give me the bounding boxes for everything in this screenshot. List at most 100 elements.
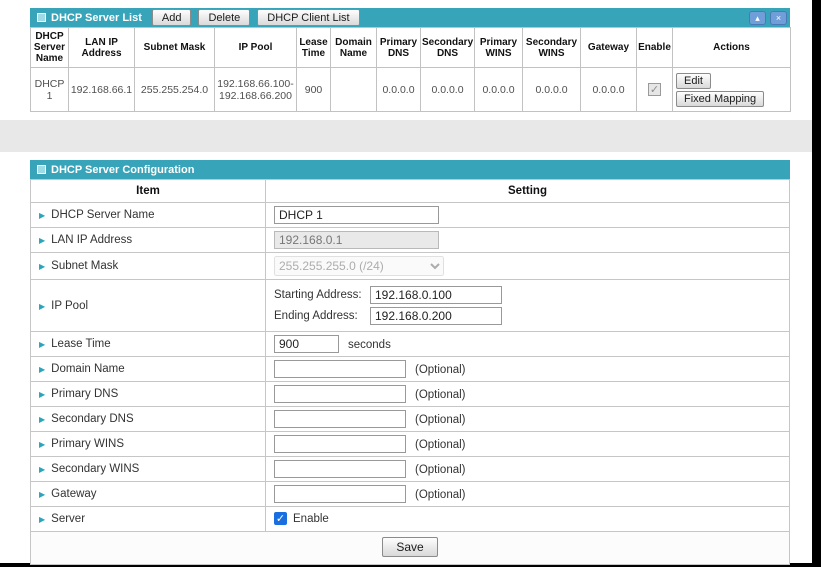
- optional-hint: (Optional): [415, 364, 466, 376]
- row-server: ▶Server ✓Enable: [31, 507, 790, 532]
- item-label: Domain Name: [51, 363, 125, 375]
- col-header-secondary-dns: Secondary DNS: [421, 28, 475, 68]
- item-arrow-icon: ▶: [39, 340, 45, 349]
- item-label: Lease Time: [51, 338, 110, 350]
- cell-lease-time: 900: [297, 68, 331, 112]
- starting-address-label: Starting Address:: [274, 289, 370, 301]
- dhcp-server-list-title: DHCP Server List: [51, 12, 142, 24]
- lease-time-unit: seconds: [348, 339, 391, 351]
- optional-hint: (Optional): [415, 464, 466, 476]
- dhcp-server-configuration-panel: DHCP Server Configuration Item Setting ▶…: [30, 160, 790, 565]
- item-arrow-icon: ▶: [39, 236, 45, 245]
- cell-primary-dns: 0.0.0.0: [377, 68, 421, 112]
- cell-enable: ✓: [637, 68, 673, 112]
- item-arrow-icon: ▶: [39, 365, 45, 374]
- secondary-wins-input[interactable]: [274, 460, 406, 478]
- col-header-actions: Actions: [673, 28, 791, 68]
- item-arrow-icon: ▶: [39, 440, 45, 449]
- starting-address-input[interactable]: [370, 286, 502, 304]
- item-label: Gateway: [51, 488, 96, 500]
- table-row: DHCP 1 192.168.66.1 255.255.254.0 192.16…: [31, 68, 791, 112]
- item-label: IP Pool: [51, 300, 88, 312]
- optional-hint: (Optional): [415, 439, 466, 451]
- item-arrow-icon: ▶: [39, 211, 45, 220]
- row-secondary-dns: ▶ Secondary DNS (Optional): [31, 407, 790, 432]
- section-gap: [0, 120, 812, 152]
- config-footer: Save: [30, 532, 790, 565]
- dhcp-server-list-panel: DHCP Server List Add Delete DHCP Client …: [30, 8, 790, 112]
- close-icon[interactable]: ×: [770, 11, 787, 25]
- optional-hint: (Optional): [415, 414, 466, 426]
- cell-secondary-wins: 0.0.0.0: [523, 68, 581, 112]
- row-primary-wins: ▶ Primary WINS (Optional): [31, 432, 790, 457]
- cell-ip-pool: 192.168.66.100- 192.168.66.200: [215, 68, 297, 112]
- col-header-lan-ip-address: LAN IP Address: [69, 28, 135, 68]
- dhcp-server-name-input[interactable]: [274, 206, 439, 224]
- dhcp-server-configuration-title: DHCP Server Configuration: [51, 164, 194, 176]
- gateway-input[interactable]: [274, 485, 406, 503]
- cell-primary-wins: 0.0.0.0: [475, 68, 523, 112]
- row-enable-checkbox: ✓: [648, 83, 661, 96]
- server-enable-checkbox[interactable]: ✓: [274, 512, 287, 525]
- item-arrow-icon: ▶: [39, 302, 45, 311]
- item-arrow-icon: ▶: [39, 262, 45, 271]
- panel-icon: [37, 165, 46, 174]
- row-gateway: ▶ Gateway (Optional): [31, 482, 790, 507]
- fixed-mapping-button[interactable]: Fixed Mapping: [676, 91, 764, 107]
- item-label: Secondary DNS: [51, 413, 133, 425]
- row-secondary-wins: ▶ Secondary WINS (Optional): [31, 457, 790, 482]
- item-label: Primary WINS: [51, 438, 124, 450]
- domain-name-input[interactable]: [274, 360, 406, 378]
- item-label: Primary DNS: [51, 388, 118, 400]
- item-arrow-icon: ▶: [39, 490, 45, 499]
- col-header-lease-time: Lease Time: [297, 28, 331, 68]
- lease-time-input[interactable]: [274, 335, 339, 353]
- ending-address-label: Ending Address:: [274, 310, 370, 322]
- row-dhcp-server-name: ▶ DHCP Server Name: [31, 203, 790, 228]
- col-header-dhcp-server-name: DHCP Server Name: [31, 28, 69, 68]
- config-header-row: Item Setting: [31, 180, 790, 203]
- dhcp-server-configuration-table: Item Setting ▶ DHCP Server Name ▶ LAN IP A…: [30, 179, 790, 532]
- dhcp-server-list-table: DHCP Server Name LAN IP Address Subnet M…: [30, 27, 791, 112]
- col-header-subnet-mask: Subnet Mask: [135, 28, 215, 68]
- cell-domain-name: [331, 68, 377, 112]
- save-button[interactable]: Save: [382, 537, 437, 557]
- primary-dns-input[interactable]: [274, 385, 406, 403]
- row-domain-name: ▶ Domain Name (Optional): [31, 357, 790, 382]
- ending-address-input[interactable]: [370, 307, 502, 325]
- dhcp-server-configuration-header: DHCP Server Configuration: [30, 160, 790, 179]
- add-button[interactable]: Add: [152, 9, 192, 26]
- col-header-primary-wins: Primary WINS: [475, 28, 523, 68]
- row-primary-dns: ▶ Primary DNS (Optional): [31, 382, 790, 407]
- col-header-primary-dns: Primary DNS: [377, 28, 421, 68]
- delete-button[interactable]: Delete: [198, 9, 250, 26]
- primary-wins-input[interactable]: [274, 435, 406, 453]
- list-header-row: DHCP Server Name LAN IP Address Subnet M…: [31, 28, 791, 68]
- cell-secondary-dns: 0.0.0.0: [421, 68, 475, 112]
- item-arrow-icon: ▶: [39, 415, 45, 424]
- col-header-setting: Setting: [266, 180, 790, 203]
- col-header-domain-name: Domain Name: [331, 28, 377, 68]
- dhcp-server-list-header: DHCP Server List Add Delete DHCP Client …: [30, 8, 790, 27]
- lan-ip-address-input: [274, 231, 439, 249]
- cell-actions: Edit Fixed Mapping: [673, 68, 791, 112]
- item-label: DHCP Server Name: [51, 209, 154, 221]
- item-arrow-icon: ▶: [39, 465, 45, 474]
- optional-hint: (Optional): [415, 389, 466, 401]
- item-label: Secondary WINS: [51, 463, 139, 475]
- secondary-dns-input[interactable]: [274, 410, 406, 428]
- edit-button[interactable]: Edit: [676, 73, 711, 89]
- item-arrow-icon: ▶: [39, 390, 45, 399]
- optional-hint: (Optional): [415, 489, 466, 501]
- item-label: LAN IP Address: [51, 234, 132, 246]
- cell-lan-ip: 192.168.66.1: [69, 68, 135, 112]
- dhcp-client-list-button[interactable]: DHCP Client List: [257, 9, 359, 26]
- item-arrow-icon: ▶: [39, 515, 45, 524]
- col-header-secondary-wins: Secondary WINS: [523, 28, 581, 68]
- cell-gateway: 0.0.0.0: [581, 68, 637, 112]
- server-enable-label: Enable: [293, 513, 329, 525]
- collapse-icon[interactable]: ▴: [749, 11, 766, 25]
- page: DHCP Server List Add Delete DHCP Client …: [0, 0, 812, 563]
- cell-subnet-mask: 255.255.254.0: [135, 68, 215, 112]
- cell-server-name: DHCP 1: [31, 68, 69, 112]
